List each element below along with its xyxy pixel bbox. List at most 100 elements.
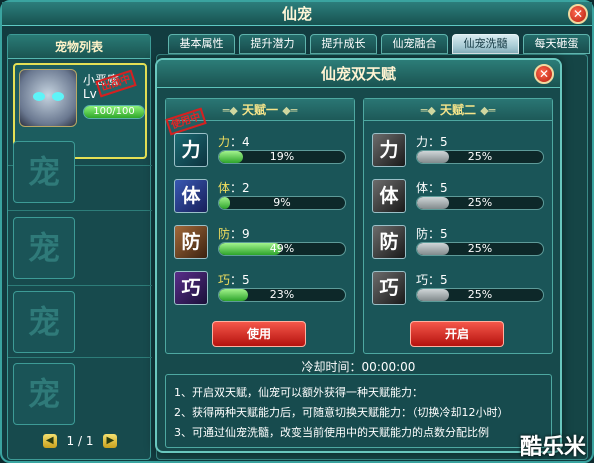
stat-strength: 力 力：5 25% bbox=[372, 133, 548, 167]
stat-label: 力：5 bbox=[416, 135, 448, 149]
stat-value: 4 bbox=[242, 135, 250, 149]
header-ornament-icon: ═◆ bbox=[420, 104, 436, 117]
stat-constitution: 体 体：2 9% bbox=[174, 179, 350, 213]
defense-icon: 防 bbox=[372, 225, 406, 259]
stat-agility: 巧 巧：5 25% bbox=[372, 271, 548, 305]
empty-pet-slot[interactable]: 宠 bbox=[13, 141, 75, 203]
stat-label: 体：5 bbox=[416, 181, 448, 195]
stat-value: 5 bbox=[242, 273, 250, 287]
stat-percent: 25% bbox=[467, 288, 493, 301]
stat-bar: 49% bbox=[218, 242, 346, 256]
page-indicator: 1 / 1 bbox=[66, 433, 94, 448]
talent-two-panel: ═◆ 天赋二 ◆═ 力 力：5 25% 体 体：5 25% 防 防：5 25% … bbox=[363, 98, 553, 354]
dual-talent-dialog: 仙宠双天赋 ✕ ═◆ 天赋一 ◆═ 使用中 力 力：4 19% 体 体：2 9%… bbox=[155, 58, 562, 453]
tab-pet-fusion[interactable]: 仙宠融合 bbox=[381, 34, 448, 54]
stat-label: 防：9 bbox=[218, 227, 250, 241]
stat-name: 防 bbox=[218, 227, 231, 241]
talent-one-title: 天赋一 bbox=[241, 103, 278, 117]
agility-icon: 巧 bbox=[174, 271, 208, 305]
pet-eye-right bbox=[52, 92, 64, 101]
tab-improve-growth[interactable]: 提升成长 bbox=[310, 34, 377, 54]
stat-value: 2 bbox=[242, 181, 250, 195]
stat-name: 力 bbox=[218, 135, 231, 149]
defense-icon: 防 bbox=[174, 225, 208, 259]
header-ornament-icon: ◆═ bbox=[480, 104, 496, 117]
stat-percent: 49% bbox=[269, 242, 295, 255]
stat-bar: 25% bbox=[416, 288, 544, 302]
tab-pet-wash[interactable]: 仙宠洗髓 bbox=[452, 34, 519, 54]
stat-percent: 9% bbox=[273, 196, 291, 209]
info-box: 1、开启双天赋，仙宠可以额外获得一种天赋能力： 2、获得两种天赋能力后，可随意切… bbox=[165, 374, 552, 448]
slot-divider bbox=[8, 210, 152, 211]
talent-one-panel: ═◆ 天赋一 ◆═ 使用中 力 力：4 19% 体 体：2 9% 防 防：9 4… bbox=[165, 98, 355, 354]
info-line: 2、获得两种天赋能力后，可随意切换天赋能力：（切换冷却12小时） bbox=[174, 406, 509, 419]
stat-bar: 25% bbox=[416, 242, 544, 256]
cooldown-timer: 冷却时间：00:00:00 bbox=[301, 360, 416, 374]
stat-label: 防：5 bbox=[416, 227, 448, 241]
dialog-title: 仙宠双天赋 bbox=[157, 60, 560, 88]
pet-avatar bbox=[19, 69, 77, 127]
empty-pet-slot[interactable]: 宠 bbox=[13, 291, 75, 353]
dialog-close-button[interactable]: ✕ bbox=[534, 64, 554, 84]
stat-bar: 25% bbox=[416, 196, 544, 210]
next-page-button[interactable]: ▶ bbox=[103, 433, 118, 448]
pet-hp-bar: 100/100 bbox=[83, 105, 145, 119]
stat-value: 9 bbox=[242, 227, 250, 241]
slot-divider bbox=[8, 357, 152, 358]
prev-page-button[interactable]: ◀ bbox=[42, 433, 57, 448]
talent-two-title: 天赋二 bbox=[439, 103, 476, 117]
stat-defense: 防 防：5 25% bbox=[372, 225, 548, 259]
stat-bar: 9% bbox=[218, 196, 346, 210]
constitution-icon: 体 bbox=[372, 179, 406, 213]
stat-value: 5 bbox=[440, 273, 448, 287]
stat-label: 力：4 bbox=[218, 135, 250, 149]
stat-strength: 力 力：4 19% bbox=[174, 133, 350, 167]
stat-label: 体：2 bbox=[218, 181, 250, 195]
empty-pet-slot[interactable]: 宠 bbox=[13, 363, 75, 425]
tab-daily-egg[interactable]: 每天砸蛋 bbox=[523, 34, 590, 54]
stat-value: 5 bbox=[440, 181, 448, 195]
stat-bar: 19% bbox=[218, 150, 346, 164]
stat-name: 体 bbox=[218, 181, 231, 195]
tab-improve-potential[interactable]: 提升潜力 bbox=[239, 34, 306, 54]
stat-name: 体 bbox=[416, 181, 429, 195]
window-close-button[interactable]: ✕ bbox=[568, 4, 588, 24]
stat-value: 5 bbox=[440, 135, 448, 149]
strength-icon: 力 bbox=[372, 133, 406, 167]
pet-level: Lv bbox=[83, 87, 97, 101]
enable-talent-button[interactable]: 开启 bbox=[410, 321, 504, 347]
stat-percent: 25% bbox=[467, 242, 493, 255]
header-ornament-icon: ◆═ bbox=[282, 104, 298, 117]
pet-list-title: 宠物列表 bbox=[8, 35, 150, 59]
agility-icon: 巧 bbox=[372, 271, 406, 305]
stat-name: 防 bbox=[416, 227, 429, 241]
pet-list-pager: ◀ 1 / 1 ▶ bbox=[8, 433, 152, 453]
strength-icon: 力 bbox=[174, 133, 208, 167]
stat-name: 巧 bbox=[218, 273, 231, 287]
use-talent-button[interactable]: 使用 bbox=[212, 321, 306, 347]
stat-label: 巧：5 bbox=[416, 273, 448, 287]
constitution-icon: 体 bbox=[174, 179, 208, 213]
pet-list-panel: 宠物列表 小恶魔 Lv 出战中 100/100 宠 宠 宠 宠 ◀ 1 / 1 … bbox=[7, 34, 152, 460]
stat-name: 巧 bbox=[416, 273, 429, 287]
stat-constitution: 体 体：5 25% bbox=[372, 179, 548, 213]
info-line: 3、可通过仙宠洗髓，改变当前使用中的天赋能力的点数分配比例 bbox=[174, 426, 489, 439]
info-line: 1、开启双天赋，仙宠可以额外获得一种天赋能力： bbox=[174, 386, 423, 399]
talent-two-header: ═◆ 天赋二 ◆═ bbox=[364, 99, 552, 121]
stat-agility: 巧 巧：5 23% bbox=[174, 271, 350, 305]
tab-basic-attributes[interactable]: 基本属性 bbox=[168, 34, 235, 54]
pet-hp-text: 100/100 bbox=[93, 106, 135, 117]
stat-value: 5 bbox=[440, 227, 448, 241]
stat-percent: 23% bbox=[269, 288, 295, 301]
stat-percent: 25% bbox=[467, 196, 493, 209]
stat-defense: 防 防：9 49% bbox=[174, 225, 350, 259]
slot-divider bbox=[8, 285, 152, 286]
header-ornament-icon: ═◆ bbox=[222, 104, 238, 117]
stat-name: 力 bbox=[416, 135, 429, 149]
stat-percent: 19% bbox=[269, 150, 295, 163]
tab-bar: 基本属性 提升潜力 提升成长 仙宠融合 仙宠洗髓 每天砸蛋 bbox=[168, 34, 590, 54]
stat-label: 巧：5 bbox=[218, 273, 250, 287]
empty-pet-slot[interactable]: 宠 bbox=[13, 217, 75, 279]
stat-percent: 25% bbox=[467, 150, 493, 163]
window-title: 仙宠 bbox=[2, 2, 592, 26]
